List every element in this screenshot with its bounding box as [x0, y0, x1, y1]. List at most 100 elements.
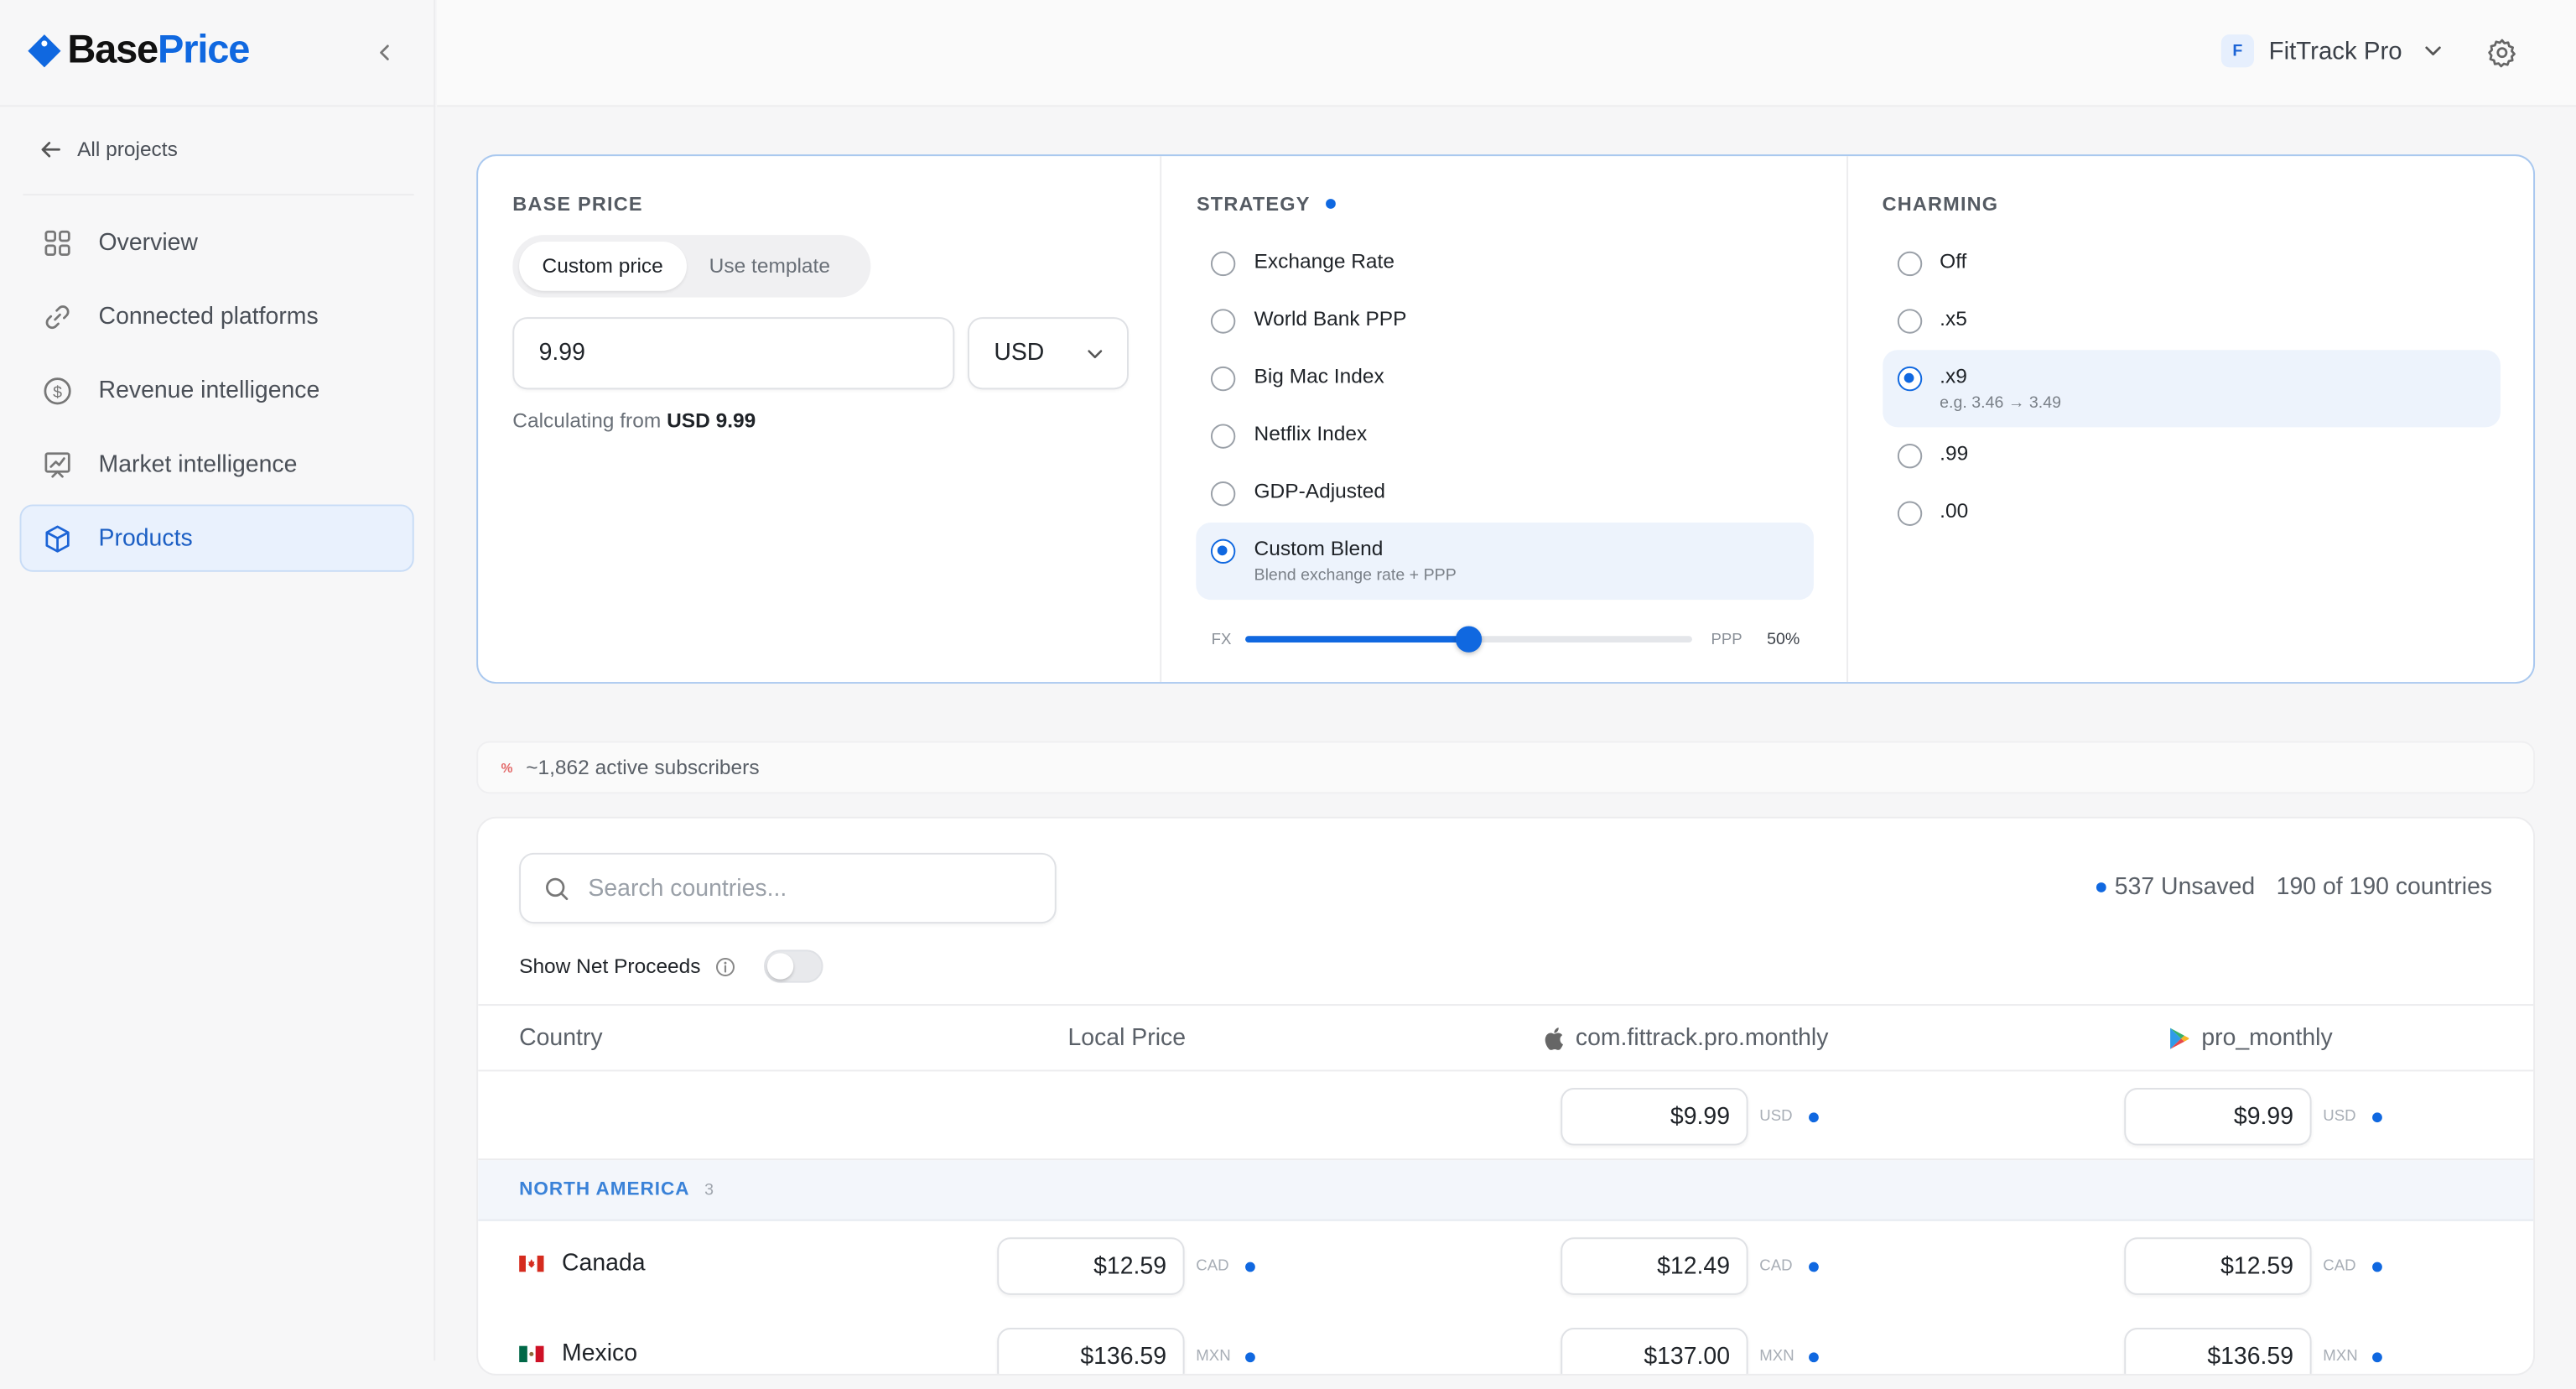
strategy-option-world-bank-ppp[interactable]: World Bank PPP [1197, 293, 1815, 351]
radio-icon [1897, 309, 1922, 334]
price-input[interactable]: $12.59 [997, 1237, 1185, 1295]
strategy-option-exchange-rate[interactable]: Exchange Rate [1197, 235, 1815, 293]
radio-icon [1211, 251, 1236, 277]
charming-option-off[interactable]: Off [1883, 235, 2501, 293]
price-cell: $9.99 USD [1561, 1087, 1819, 1146]
base-price-input[interactable] [512, 317, 955, 390]
pricing-config-card: BASE PRICE Custom price Use template USD… [476, 154, 2536, 684]
currency-code: MXN [1759, 1347, 1794, 1366]
strategy-option-netflix-index[interactable]: Netflix Index [1197, 408, 1815, 466]
strategy-option-gdp-adjusted[interactable]: GDP-Adjusted [1197, 465, 1815, 523]
sidebar-item-label: Connected platforms [98, 303, 319, 330]
table-row: Canada $12.59 CAD $12.49 CAD $12.59 CAD [478, 1221, 2533, 1312]
search-input[interactable] [588, 875, 1015, 902]
chevron-left-icon [380, 44, 389, 60]
price-input[interactable]: $136.59 [997, 1328, 1185, 1374]
net-proceeds-toggle[interactable] [764, 949, 824, 983]
price-input[interactable]: $9.99 [1561, 1087, 1748, 1146]
strategy-title: STRATEGY [1197, 192, 1336, 216]
base-price-title: BASE PRICE [512, 192, 643, 216]
currency-code: USD [2323, 1107, 2356, 1126]
region-name: NORTH AMERICA [519, 1179, 690, 1200]
price-cell: $12.49 CAD [1561, 1237, 1819, 1295]
col-country: Country [519, 1025, 603, 1052]
changed-indicator-dot [1325, 199, 1336, 209]
sidebar-nav: Overview Connected platforms $ Revenue i… [19, 209, 414, 579]
charming-title: CHARMING [1882, 192, 1999, 216]
price-cell: $12.59 CAD [2124, 1237, 2382, 1295]
price-input[interactable]: $137.00 [1561, 1328, 1748, 1374]
all-projects-label: All projects [77, 138, 178, 162]
tab-custom-price[interactable]: Custom price [519, 242, 687, 291]
info-icon[interactable] [715, 955, 736, 976]
radio-selected-icon [1211, 538, 1236, 564]
radio-icon [1211, 424, 1236, 449]
price-cell: $136.59 MXN [997, 1328, 1255, 1374]
price-input[interactable]: $136.59 [2124, 1328, 2312, 1374]
all-projects-link[interactable]: All projects [39, 138, 178, 161]
collapse-sidebar-button[interactable] [368, 36, 401, 69]
col-apple-product: com.fittrack.pro.monthly [1545, 1026, 1828, 1052]
region-count: 3 [704, 1180, 715, 1199]
charming-section: CHARMING Off .x5 .x9 e.g. 3.46 → 3.49 .99… [1847, 156, 2533, 682]
sidebar-item-label: Revenue intelligence [98, 377, 320, 403]
search-icon [546, 877, 569, 900]
charming-option-x5[interactable]: .x5 [1883, 293, 2501, 351]
sidebar-item-market-intelligence[interactable]: Market intelligence [20, 430, 414, 497]
sidebar-item-overview[interactable]: Overview [20, 209, 414, 276]
charming-option-99[interactable]: .99 [1883, 427, 2501, 485]
subscribers-strip: % ~1,862 active subscribers [476, 741, 2536, 794]
price-cell: $9.99 USD [2124, 1087, 2382, 1146]
table-status: 537 Unsaved 190 of 190 countries [2096, 874, 2492, 901]
charming-option-00[interactable]: .00 [1883, 485, 2501, 543]
currency-code: MXN [2323, 1347, 2358, 1366]
flag-mexico-icon [519, 1345, 544, 1363]
price-cell: $136.59 MXN [2124, 1328, 2382, 1374]
price-input[interactable]: $12.49 [1561, 1237, 1748, 1295]
price-input[interactable]: $9.99 [2124, 1087, 2312, 1146]
blend-slider-thumb[interactable] [1456, 626, 1483, 653]
col-local-price: Local Price [1067, 1025, 1187, 1052]
strategy-option-custom-blend[interactable]: Custom Blend Blend exchange rate + PPP [1196, 523, 1815, 601]
project-switcher[interactable]: F FitTrack Pro [2220, 34, 2444, 68]
svg-text:$: $ [53, 382, 62, 401]
percent-icon: % [501, 760, 513, 775]
region-header-north-america[interactable]: NORTH AMERICA 3 [478, 1160, 2534, 1221]
currency-code: CAD [1196, 1256, 1229, 1276]
blend-slider[interactable] [1245, 626, 1693, 653]
subscribers-count: ~1,862 active subscribers [526, 756, 760, 779]
strategy-option-big-mac-index[interactable]: Big Mac Index [1197, 350, 1815, 408]
country-name: Mexico [562, 1340, 638, 1368]
sidebar-item-products[interactable]: Products [19, 504, 414, 572]
unsaved-dot [1245, 1351, 1255, 1362]
logo[interactable]: BasePrice [26, 28, 250, 74]
sidebar-divider [23, 194, 414, 196]
blend-slider-fill [1245, 636, 1470, 643]
unsaved-dot [2372, 1351, 2382, 1362]
currency-select[interactable]: USD [967, 317, 1129, 390]
flag-canada-icon [519, 1255, 544, 1272]
currency-code: CAD [1759, 1256, 1793, 1276]
sidebar-divider [0, 105, 436, 107]
radio-icon [1211, 366, 1236, 392]
sidebar-item-label: Overview [98, 229, 198, 256]
sidebar-item-revenue-intelligence[interactable]: $ Revenue intelligence [20, 356, 414, 424]
link-icon [45, 304, 70, 329]
sidebar-item-label: Market intelligence [98, 450, 298, 478]
currency-code: MXN [1196, 1347, 1231, 1366]
unsaved-dot [2372, 1261, 2382, 1272]
charming-option-x9[interactable]: .x9 e.g. 3.46 → 3.49 [1882, 350, 2501, 428]
price-input[interactable]: $12.59 [2124, 1237, 2312, 1295]
currency-code: CAD [2323, 1256, 2356, 1276]
country-search[interactable] [519, 852, 1057, 924]
unsaved-dot [1809, 1261, 1819, 1272]
apple-icon [1545, 1027, 1563, 1050]
calculation-note: Calculating from USD 9.99 [512, 408, 756, 433]
table-row: Mexico $136.59 MXN $137.00 MXN $136.59 M… [478, 1311, 2533, 1374]
currency-code: USD [1759, 1107, 1793, 1126]
gear-icon[interactable] [2485, 36, 2518, 69]
sidebar-item-connected-platforms[interactable]: Connected platforms [20, 283, 414, 350]
tab-use-template[interactable]: Use template [686, 242, 853, 291]
blend-slider-row: FX PPP 50% [1212, 626, 1803, 653]
unsaved-dot [1809, 1351, 1819, 1362]
